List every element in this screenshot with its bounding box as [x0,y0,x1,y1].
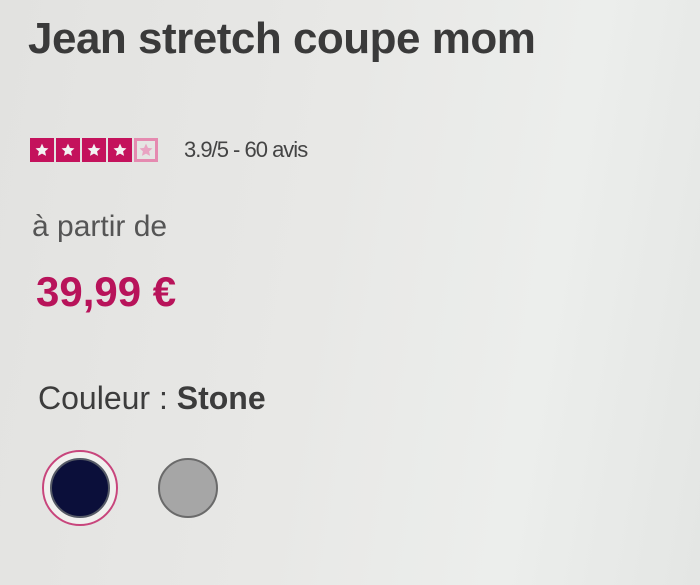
product-price: 39,99 € [36,268,177,315]
price-from-label: à partir de [32,210,168,243]
rating-row[interactable]: 3.9/5 - 60 avis [30,136,308,164]
product-title: Jean stretch coupe mom [28,14,536,63]
star-empty-icon [134,138,158,162]
rating-summary-link[interactable]: 3.9/5 - 60 avis [184,137,308,163]
product-panel: Jean stretch coupe mom 3.9/5 - 60 avis à… [0,0,700,585]
selected-color-name: Stone [176,380,266,416]
star-icon [30,138,54,162]
color-swatch-list [42,450,218,526]
rating-stars [30,138,158,162]
color-label-prefix: Couleur : [38,380,177,416]
star-icon [108,138,132,162]
swatch-fill [50,458,110,518]
color-swatch-grey[interactable] [158,458,218,518]
star-icon [82,138,106,162]
star-icon [56,138,80,162]
color-label: Couleur : Stone [38,380,266,417]
color-swatch-navy[interactable] [42,450,118,526]
